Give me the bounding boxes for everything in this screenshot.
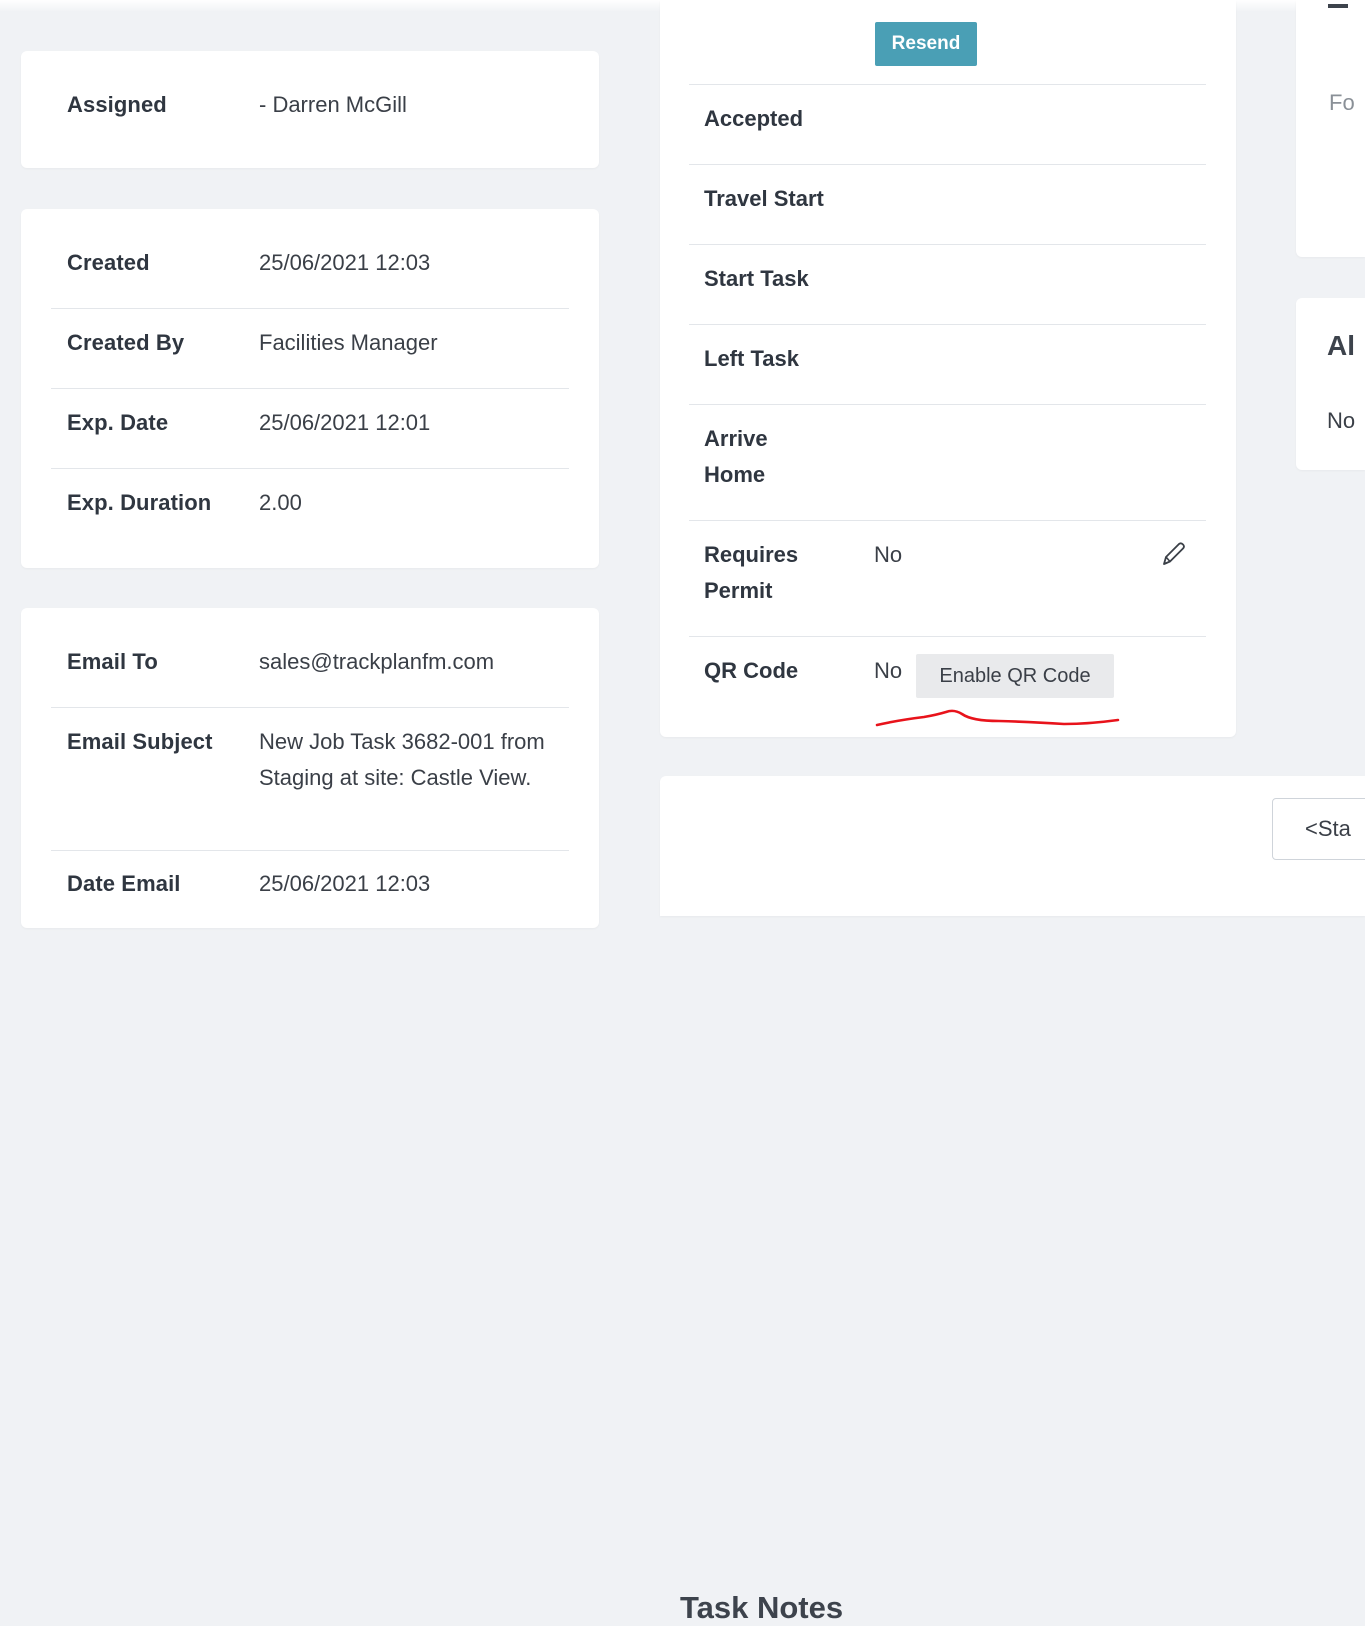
divider	[689, 636, 1206, 637]
email-label: Email To	[67, 649, 158, 674]
email-label: Date Email	[67, 871, 181, 896]
status-value: No	[874, 658, 903, 683]
right-top-card: Fo	[1296, 0, 1365, 257]
detail-row-created: Created 25/06/2021 12:03	[67, 245, 585, 281]
detail-row-exp-duration: Exp. Duration 2.00	[67, 485, 585, 521]
divider	[689, 244, 1206, 245]
detail-row-exp-date: Exp. Date 25/06/2021 12:01	[67, 405, 585, 441]
status-label: Requires Permit	[704, 542, 799, 603]
detail-label: Exp. Duration	[67, 490, 212, 515]
status-label: Left Task	[704, 346, 799, 371]
email-row-date: Date Email 25/06/2021 12:03	[67, 866, 585, 902]
status-row-left-task: Left Task	[704, 341, 1204, 377]
divider	[689, 324, 1206, 325]
detail-value: Facilities Manager	[259, 330, 438, 355]
detail-label: Created	[67, 250, 150, 275]
divider	[51, 707, 569, 708]
email-value: sales@trackplanfm.com	[259, 649, 495, 674]
status-row-travel-start: Travel Start	[704, 181, 1204, 217]
truncated-heading-mark	[1328, 4, 1348, 8]
status-row-arrive-home: Arrive Home	[704, 421, 1204, 493]
assigned-card: Assigned - Darren McGill	[21, 51, 599, 168]
divider	[51, 308, 569, 309]
status-label: QR Code	[704, 658, 799, 683]
assigned-value: - Darren McGill	[259, 92, 407, 117]
pencil-icon[interactable]	[1158, 540, 1188, 570]
divider	[689, 84, 1206, 85]
email-value: New Job Task 3682-001 from Staging at si…	[259, 729, 545, 790]
divider	[689, 404, 1206, 405]
right-body-text: No	[1327, 408, 1356, 433]
divider	[51, 388, 569, 389]
status-label: Travel Start	[704, 186, 824, 211]
status-row-requires-permit: Requires Permit No	[704, 537, 1204, 609]
enable-qr-code-button[interactable]: Enable QR Code	[916, 654, 1114, 698]
divider	[689, 164, 1206, 165]
right-top-text: Fo	[1329, 90, 1355, 115]
email-value: 25/06/2021 12:03	[259, 871, 431, 896]
detail-value: 2.00	[259, 490, 302, 515]
detail-row-created-by: Created By Facilities Manager	[67, 325, 585, 361]
detail-label: Created By	[67, 330, 185, 355]
detail-value: 25/06/2021 12:03	[259, 250, 431, 275]
task-notes-title: Task Notes	[680, 1590, 844, 1625]
red-annotation-underline	[875, 709, 1120, 727]
assigned-row: Assigned - Darren McGill	[67, 87, 585, 123]
right-heading: Al	[1327, 330, 1355, 361]
status-filter-select[interactable]: <Sta	[1272, 798, 1365, 860]
email-row-to: Email To sales@trackplanfm.com	[67, 644, 585, 680]
divider	[689, 520, 1206, 521]
detail-value: 25/06/2021 12:01	[259, 410, 431, 435]
status-label: Arrive Home	[704, 426, 768, 487]
status-card: Resend Accepted Travel Start Start Task …	[660, 0, 1236, 737]
email-card: Email To sales@trackplanfm.com Email Sub…	[21, 608, 599, 928]
resend-button[interactable]: Resend	[875, 22, 977, 66]
status-value: No	[874, 542, 903, 567]
assigned-label: Assigned	[67, 92, 167, 117]
details-card: Created 25/06/2021 12:03 Created By Faci…	[21, 209, 599, 568]
task-notes-card: Task Notes <Sta	[660, 776, 1365, 1625]
right-mid-card: Al No	[1296, 298, 1365, 470]
divider	[51, 850, 569, 851]
email-row-subject: Email Subject New Job Task 3682-001 from…	[67, 724, 585, 796]
status-row-accepted: Accepted	[704, 101, 1204, 137]
divider	[51, 468, 569, 469]
status-label: Accepted	[704, 106, 804, 131]
email-label: Email Subject	[67, 729, 213, 754]
status-label: Start Task	[704, 266, 809, 291]
detail-label: Exp. Date	[67, 410, 169, 435]
status-row-start-task: Start Task	[704, 261, 1204, 297]
